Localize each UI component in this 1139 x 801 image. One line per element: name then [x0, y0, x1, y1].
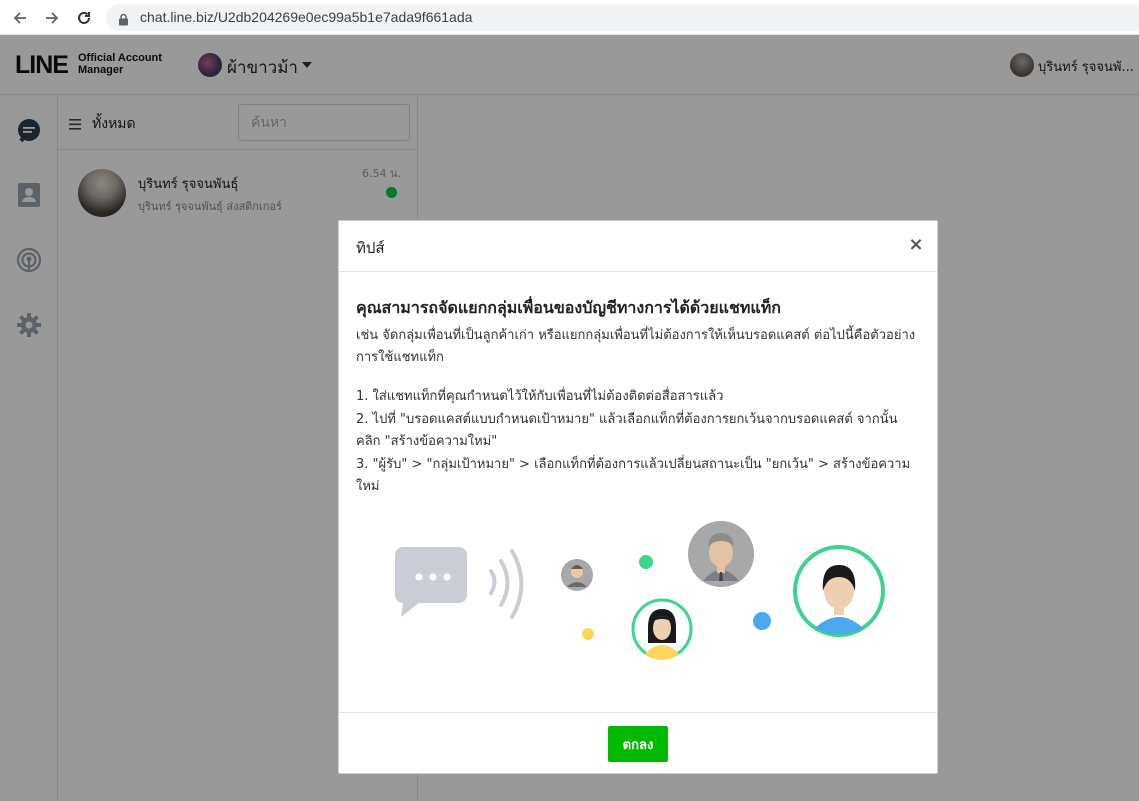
step-2: 2. ไปที่ "บรอดแคสต์แบบกำหนดเป้าหมาย" แล้…: [356, 411, 898, 450]
chat-bubble-icon: [395, 547, 467, 617]
reload-icon[interactable]: [72, 6, 96, 30]
browser-toolbar: chat.line.biz/U2db204269e0ec99a5b1e7ada9…: [0, 0, 1139, 35]
signal-waves-icon: [489, 549, 524, 619]
lock-icon: [118, 11, 129, 30]
man-avatar: [793, 545, 885, 637]
green-dot: [639, 555, 653, 569]
yellow-dot: [582, 628, 594, 640]
woman-avatar: [631, 598, 693, 660]
forward-icon[interactable]: [40, 6, 64, 30]
dialog-footer: ตกลง: [339, 712, 937, 774]
small-person-icon: [561, 559, 593, 591]
step-1: 1. ใส่แชทแท็กที่คุณกำหนดไว้ให้กับเพื่อนท…: [356, 389, 724, 404]
dialog-heading: คุณสามารถจัดแยกกลุ่มเพื่อนของบัญชีทางการ…: [356, 298, 781, 317]
dialog-steps: 1. ใส่แชทแท็กที่คุณกำหนดไว้ให้กับเพื่อนท…: [356, 386, 921, 499]
step-3: 3. "ผู้รับ" > "กลุ่มเป้าหมาย" > เลือกแท็…: [356, 456, 911, 495]
elderly-man-avatar: [688, 521, 754, 587]
url-text: chat.line.biz/U2db204269e0ec99a5b1e7ada9…: [140, 9, 473, 25]
close-icon[interactable]: ×: [906, 234, 926, 256]
dialog-title: ทิปส์: [356, 239, 385, 257]
back-icon[interactable]: [8, 6, 32, 30]
dialog-header: ทิปส์ ×: [339, 221, 937, 272]
dialog-intro: เช่น จัดกลุ่มเพื่อนที่เป็นลูกค้าเก่า หรื…: [356, 328, 916, 365]
ok-button[interactable]: ตกลง: [608, 726, 668, 762]
blue-dot: [753, 612, 771, 630]
address-bar[interactable]: chat.line.biz/U2db204269e0ec99a5b1e7ada9…: [106, 4, 1139, 31]
tips-dialog: ทิปส์ × คุณสามารถจัดแยกกลุ่มเพื่อนของบัญ…: [338, 220, 938, 774]
chat-tag-illustration: [395, 521, 885, 660]
